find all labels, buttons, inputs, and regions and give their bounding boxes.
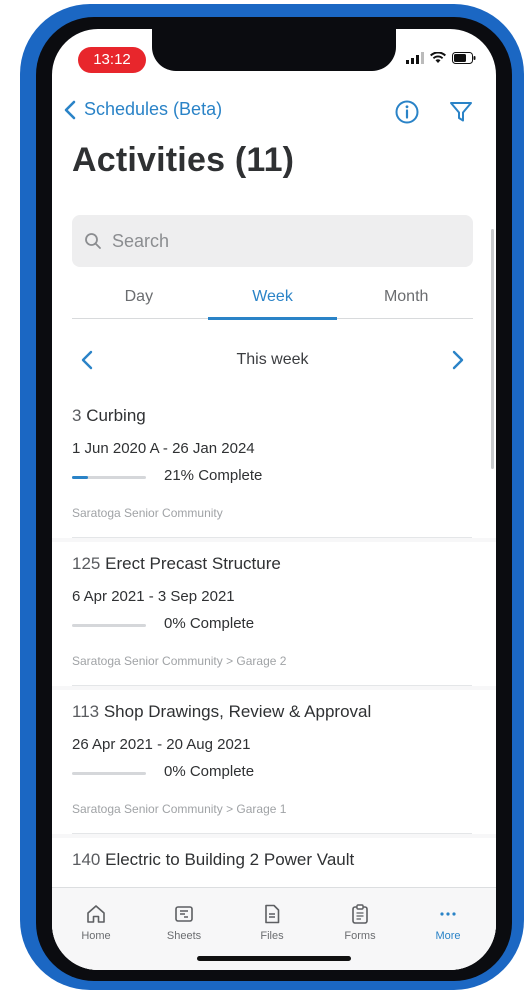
forms-icon <box>325 898 395 930</box>
period-tabs: Day Week Month <box>72 284 473 320</box>
signal-icon <box>406 51 424 69</box>
divider <box>72 833 472 834</box>
activity-number: 113 <box>72 702 100 721</box>
tabbar-label: Files <box>260 930 284 942</box>
activity-number: 140 <box>72 850 101 869</box>
home-indicator <box>197 956 351 961</box>
battery-icon <box>452 51 476 69</box>
activity-number: 125 <box>72 554 101 573</box>
tabbar-item-forms[interactable]: Forms <box>325 898 395 942</box>
tabbar-item-more[interactable]: More <box>413 898 483 942</box>
search-input[interactable] <box>110 229 444 253</box>
back-button[interactable]: Schedules (Beta) <box>64 99 222 120</box>
info-icon[interactable] <box>394 99 420 125</box>
status-indicators <box>406 51 476 69</box>
status-time: 13:12 <box>78 47 146 73</box>
activity-dates: 1 Jun 2020 A - 26 Jan 2024 <box>72 440 255 457</box>
activity-card[interactable]: 3 Curbing 1 Jun 2020 A - 26 Jan 2024 21%… <box>52 394 496 538</box>
activity-title: 125 Erect Precast Structure <box>72 554 281 574</box>
files-icon <box>237 898 307 930</box>
activity-name: Electric to Building 2 Power Vault <box>105 850 355 869</box>
activity-name: Erect Precast Structure <box>105 554 281 573</box>
activity-location: Saratoga Senior Community > Garage 1 <box>72 802 287 816</box>
activity-name: Curbing <box>86 406 146 425</box>
scroll-indicator <box>491 229 494 469</box>
tab-week[interactable]: Week <box>206 284 340 320</box>
activity-card[interactable]: 125 Erect Precast Structure 6 Apr 2021 -… <box>52 542 496 686</box>
activity-dates: 6 Apr 2021 - 3 Sep 2021 <box>72 588 235 605</box>
search-icon <box>85 233 101 249</box>
period-label: This week <box>236 351 309 368</box>
progress-label: 0% Complete <box>164 615 255 632</box>
sheets-icon <box>149 898 219 930</box>
activity-number: 3 <box>72 406 82 425</box>
progress-bar <box>72 624 146 627</box>
more-icon <box>413 898 483 930</box>
home-icon <box>61 898 131 930</box>
header-actions <box>394 99 474 125</box>
next-period-button[interactable] <box>443 345 473 375</box>
app-screen: 13:12 Schedules (Beta) Activities (11) D… <box>52 29 496 970</box>
activity-title: 113 Shop Drawings, Review & Approval <box>72 702 371 722</box>
filter-icon[interactable] <box>448 99 474 125</box>
activity-title: 3 Curbing <box>72 406 146 426</box>
progress-label: 0% Complete <box>164 763 255 780</box>
notch <box>152 29 396 71</box>
activity-dates: 26 Apr 2021 - 20 Aug 2021 <box>72 736 251 753</box>
chevron-right-icon <box>452 350 464 370</box>
activity-location: Saratoga Senior Community <box>72 506 223 520</box>
progress-fill <box>72 476 88 479</box>
wifi-icon <box>430 51 446 69</box>
chevron-left-icon <box>81 350 93 370</box>
activity-location: Saratoga Senior Community > Garage 2 <box>72 654 287 668</box>
tabbar-label: Sheets <box>166 930 202 942</box>
divider <box>72 537 472 538</box>
back-label: Schedules (Beta) <box>84 99 223 119</box>
previous-period-button[interactable] <box>72 345 102 375</box>
period-navigator: This week <box>72 339 473 381</box>
tabbar-item-sheets[interactable]: Sheets <box>149 898 219 942</box>
progress-bar <box>72 772 146 775</box>
search-bar[interactable] <box>72 215 473 267</box>
activity-name: Shop Drawings, Review & Approval <box>103 702 372 721</box>
tab-day[interactable]: Day <box>72 284 206 318</box>
page-title: Activities (11) <box>72 141 295 179</box>
tabbar-item-files[interactable]: Files <box>237 898 307 942</box>
tabbar-label: Forms <box>344 930 376 942</box>
tab-month[interactable]: Month <box>339 284 473 318</box>
activity-list: 3 Curbing 1 Jun 2020 A - 26 Jan 2024 21%… <box>52 394 496 970</box>
activity-card[interactable]: 113 Shop Drawings, Review & Approval 26 … <box>52 690 496 834</box>
tabbar-label: More <box>435 930 461 942</box>
tabbar-label: Home <box>81 930 111 942</box>
chevron-left-icon <box>64 100 76 119</box>
activity-title: 140 Electric to Building 2 Power Vault <box>72 850 354 870</box>
divider <box>72 685 472 686</box>
progress-label: 21% Complete <box>164 467 263 484</box>
tabbar-item-home[interactable]: Home <box>61 898 131 942</box>
progress-bar <box>72 476 146 479</box>
